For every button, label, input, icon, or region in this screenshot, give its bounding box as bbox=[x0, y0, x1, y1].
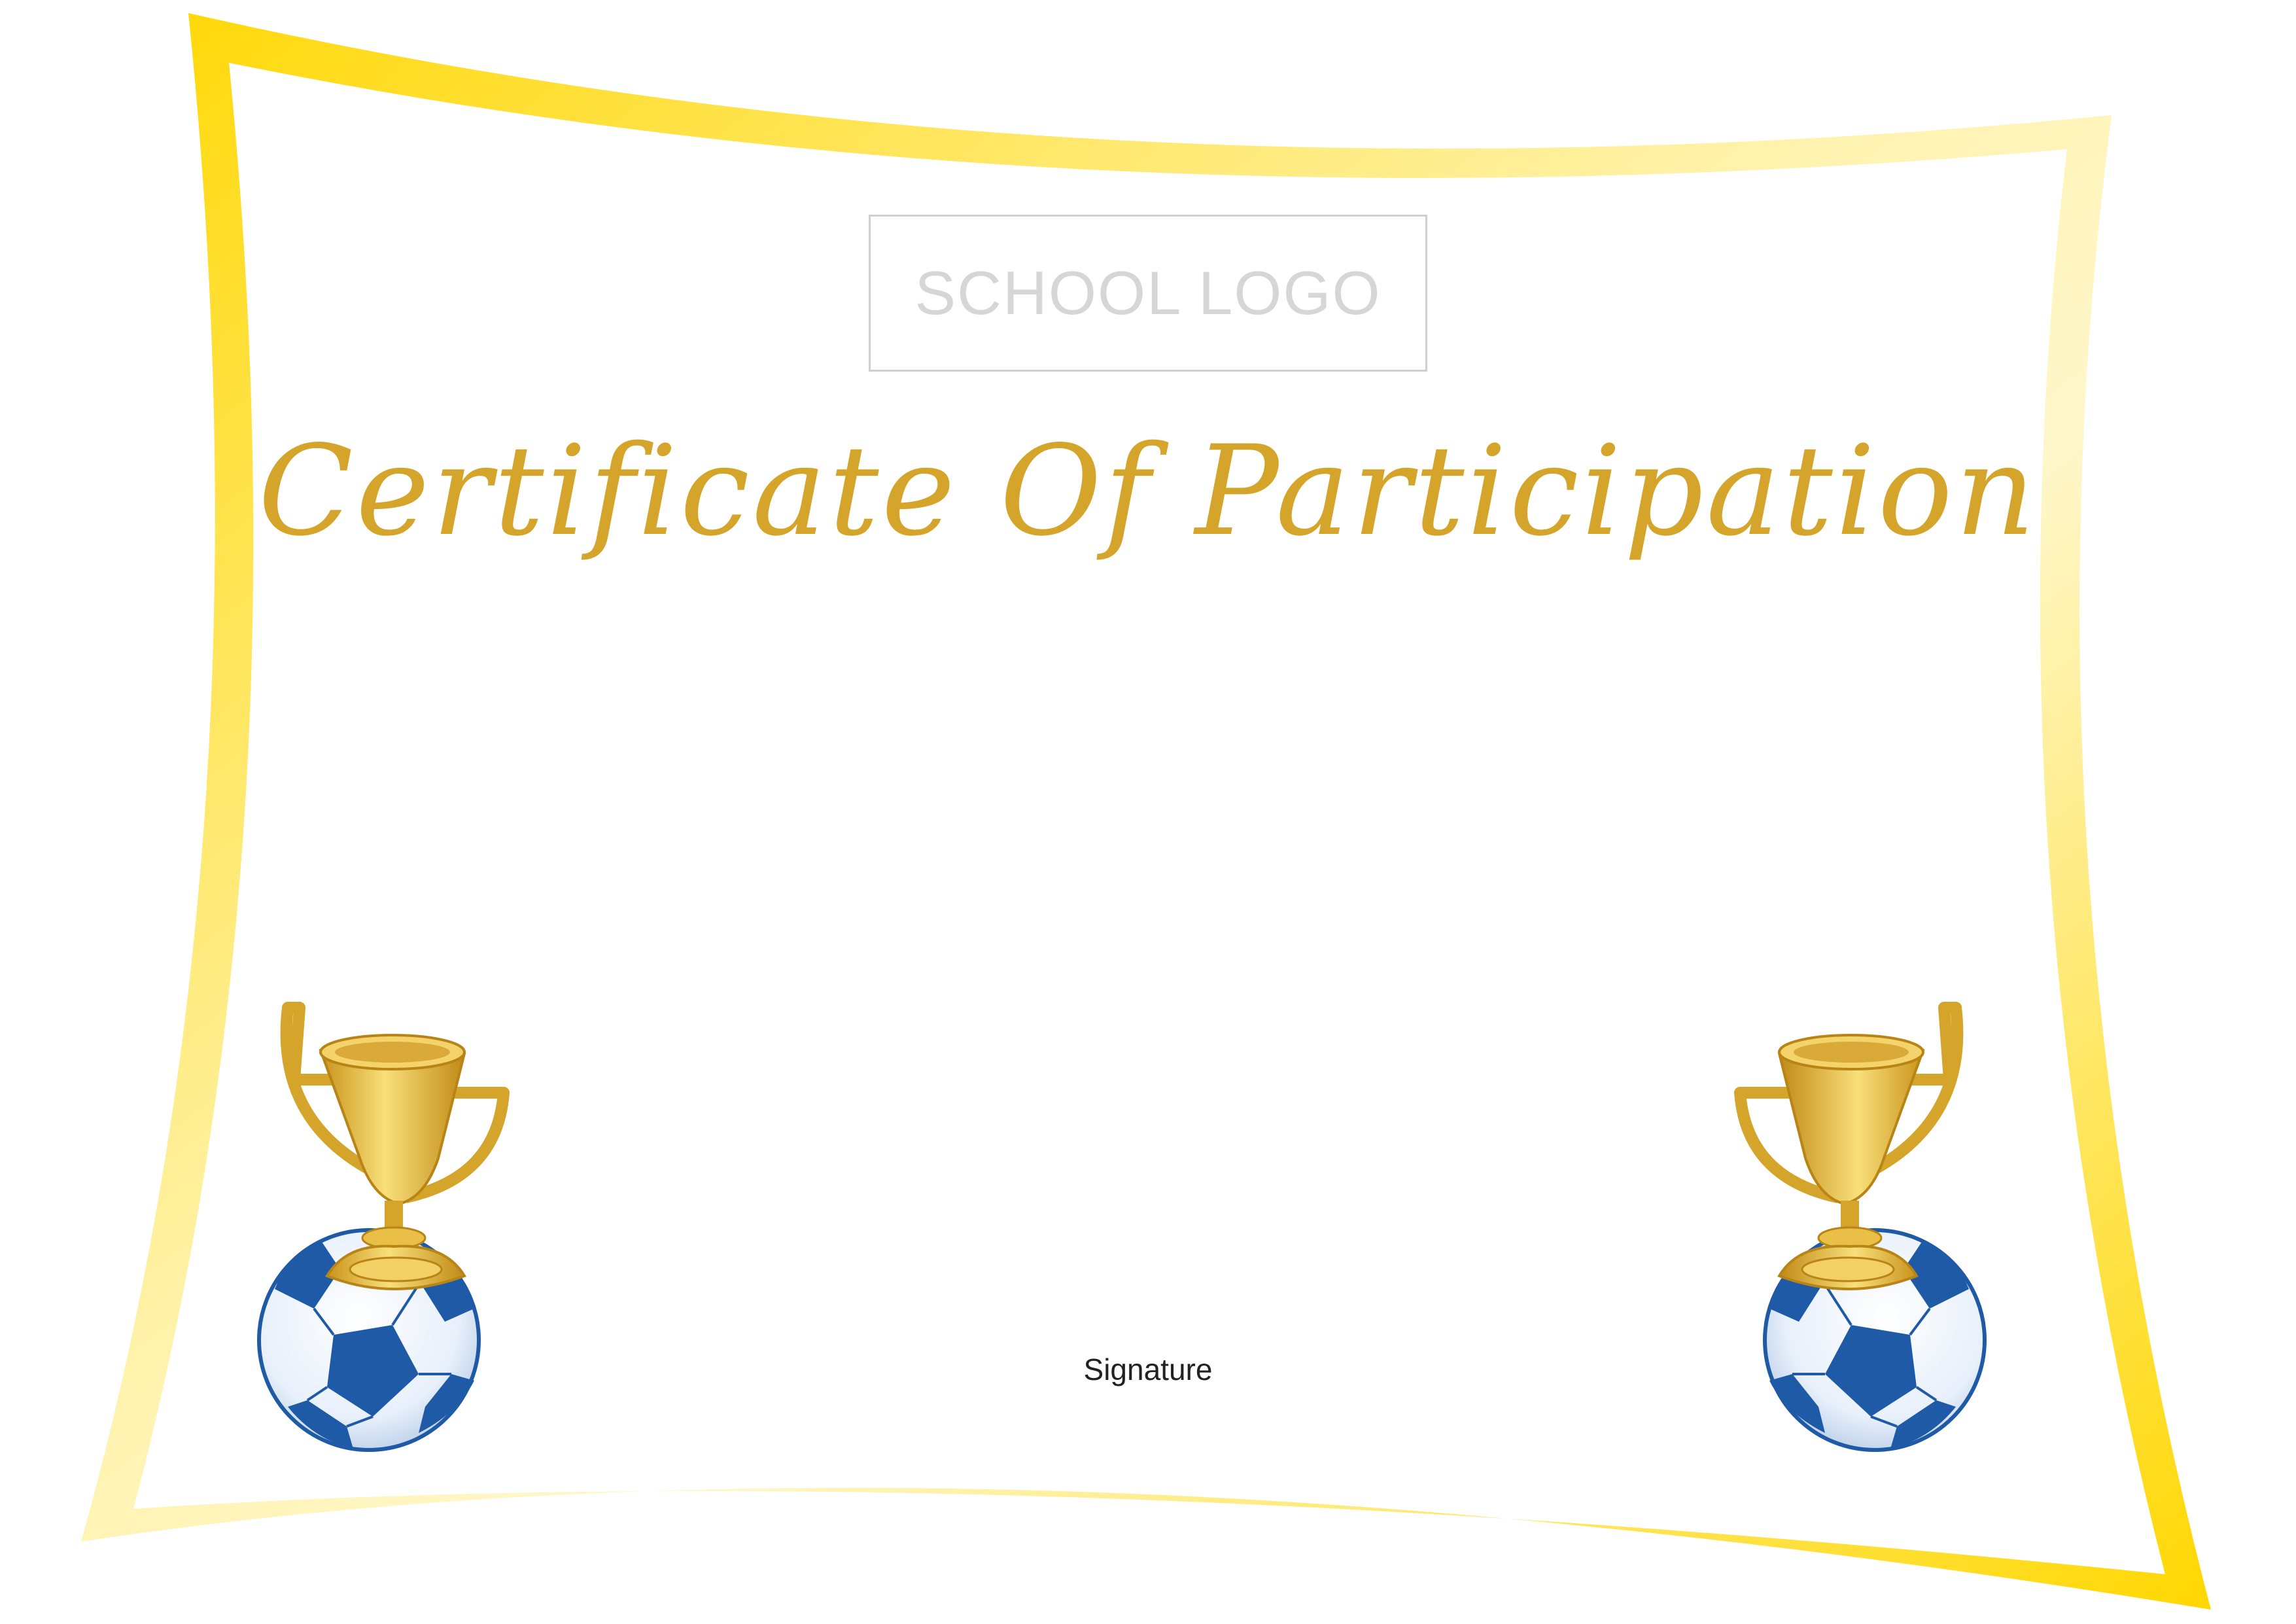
trophy-on-soccer-ball-icon bbox=[1734, 1002, 1987, 1452]
certificate-page: SCHOOL LOGO Certificate Of Participation… bbox=[0, 0, 2296, 1624]
certificate-title: Certificate Of Participation bbox=[258, 419, 2038, 563]
signature-label[interactable]: Signature bbox=[981, 1352, 1315, 1387]
trophy-on-soccer-ball-icon bbox=[257, 1002, 510, 1452]
school-logo-text: SCHOOL LOGO bbox=[914, 258, 1382, 327]
school-logo-placeholder[interactable]: SCHOOL LOGO bbox=[869, 215, 1427, 372]
